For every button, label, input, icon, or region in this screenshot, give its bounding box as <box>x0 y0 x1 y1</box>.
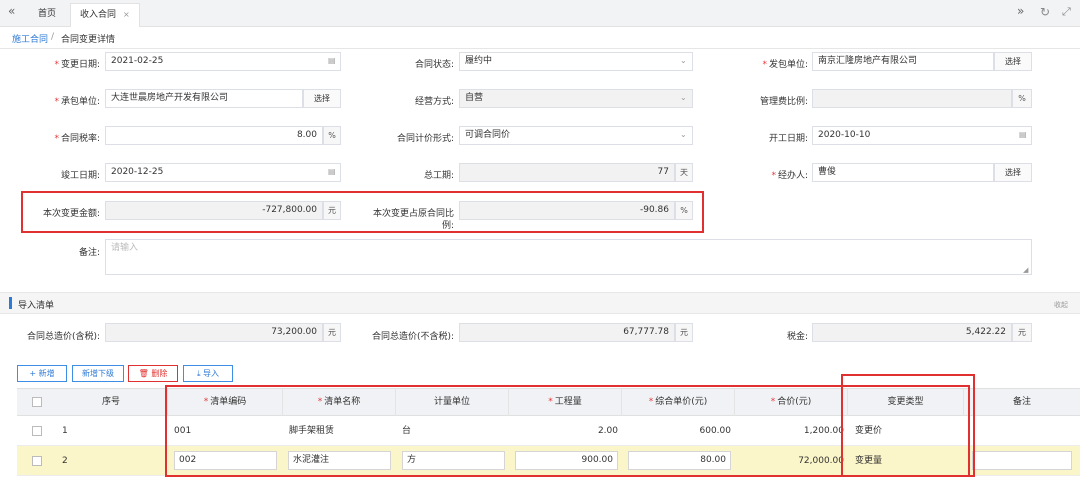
annotation-box-change-type <box>841 374 975 477</box>
yuan-addon: 元 <box>675 323 693 342</box>
trash-icon: 🗑 <box>138 369 149 378</box>
collapse-toggle[interactable]: 收起 <box>1054 300 1068 310</box>
add-button[interactable]: + 新增 <box>17 365 67 382</box>
chevron-down-icon[interactable]: ⌄ <box>680 56 687 65</box>
col-index: 序号 <box>55 388 168 416</box>
change-date-label: * 变更日期: <box>54 60 100 70</box>
tax-amount-field: 5,422.22 <box>812 323 1012 342</box>
mgmt-select: 自营 <box>459 89 693 108</box>
import-button[interactable]: ⤓ 导入 <box>183 365 233 382</box>
refresh-icon[interactable]: ↻ <box>1040 4 1050 20</box>
contractor-select-button[interactable]: 选择 <box>303 89 341 108</box>
calendar-icon[interactable]: ▤ <box>328 167 336 176</box>
period-label: 总工期: <box>423 171 454 181</box>
pricing-select[interactable]: 可调合同价 <box>459 126 693 145</box>
add-sub-button[interactable]: 新增下级 <box>72 365 124 382</box>
status-label: 合同状态: <box>414 60 454 70</box>
percent-addon: % <box>1012 89 1032 108</box>
handler-label: * 经办人: <box>771 171 808 181</box>
scroll-left-icon[interactable]: « <box>8 3 15 19</box>
end-date-field[interactable]: 2020-12-25 <box>105 163 341 182</box>
annotation-box-change <box>21 191 704 233</box>
calendar-icon[interactable]: ▤ <box>328 56 336 65</box>
section-header: 导入清单 收起 <box>0 292 1080 314</box>
day-addon: 天 <box>675 163 693 182</box>
section-marker <box>9 297 12 309</box>
fee-field <box>812 89 1012 108</box>
change-date-field[interactable]: 2021-02-25 <box>105 52 341 71</box>
period-field: 77 <box>459 163 675 182</box>
delete-button[interactable]: 🗑 删除 <box>128 365 178 382</box>
tab-bar: « 首页 收入合同 × » ↻ ⤢ <box>0 0 1080 27</box>
yuan-addon: 元 <box>1012 323 1032 342</box>
issuer-select-button[interactable]: 选择 <box>994 52 1032 71</box>
status-select[interactable]: 履约中 <box>459 52 693 71</box>
mgmt-label: 经营方式: <box>414 97 454 107</box>
chevron-down-icon: ⌄ <box>680 93 687 102</box>
scroll-right-icon[interactable]: » <box>1017 3 1024 19</box>
handler-field[interactable]: 曹俊 <box>812 163 994 182</box>
breadcrumb-current: 合同变更详情 <box>61 35 116 45</box>
breadcrumb: 施工合同 / 合同变更详情 <box>0 27 1080 49</box>
note-label: 备注: <box>78 248 100 258</box>
start-date-label: 开工日期: <box>768 134 808 144</box>
tax-amount-label: 税金: <box>786 332 808 342</box>
fee-label: 管理费比例: <box>759 97 808 107</box>
download-icon: ⤓ <box>196 369 201 378</box>
tax-label: * 合同税率: <box>54 134 100 144</box>
tax-field[interactable]: 8.00 <box>105 126 323 145</box>
row-checkbox[interactable] <box>32 456 42 466</box>
breadcrumb-parent[interactable]: 施工合同 <box>12 32 48 45</box>
note-textarea[interactable]: 请输入 <box>105 239 1032 275</box>
contractor-field[interactable]: 大连世晨房地产开发有限公司 <box>105 89 303 108</box>
calendar-icon[interactable]: ▤ <box>1019 130 1027 139</box>
gross-label: 合同总造价(含税): <box>26 332 100 342</box>
issuer-field[interactable]: 南京汇隆房地产有限公司 <box>812 52 994 71</box>
yuan-addon: 元 <box>323 323 341 342</box>
tab-home[interactable]: 首页 <box>38 6 56 22</box>
pricing-label: 合同计价形式: <box>396 134 454 144</box>
handler-select-button[interactable]: 选择 <box>994 163 1032 182</box>
tab-contract-label: 收入合同 <box>80 10 117 20</box>
col-note: 备注 <box>1012 397 1031 407</box>
resize-handle-icon[interactable]: ◢ <box>1023 266 1028 274</box>
issuer-label: * 发包单位: <box>762 60 808 70</box>
tab-contract[interactable]: 收入合同 × <box>70 3 140 27</box>
cell-index: 2 <box>62 456 68 466</box>
percent-addon: % <box>323 126 341 145</box>
section-title: 导入清单 <box>18 301 55 311</box>
net-field: 67,777.78 <box>459 323 675 342</box>
breadcrumb-separator: / <box>51 32 55 42</box>
select-all-checkbox[interactable] <box>32 397 42 407</box>
start-date-field[interactable]: 2020-10-10 <box>812 126 1032 145</box>
fullscreen-icon[interactable]: ⤢ <box>1062 4 1071 20</box>
gross-field: 73,200.00 <box>105 323 323 342</box>
cell-index: 1 <box>62 426 68 436</box>
tab-close-icon[interactable]: × <box>123 7 130 23</box>
contractor-label: * 承包单位: <box>54 97 100 107</box>
net-label: 合同总造价(不含税): <box>371 332 454 342</box>
row-checkbox[interactable] <box>32 426 42 436</box>
chevron-down-icon[interactable]: ⌄ <box>680 130 687 139</box>
end-date-label: 竣工日期: <box>60 171 100 181</box>
note-input[interactable] <box>972 451 1072 470</box>
